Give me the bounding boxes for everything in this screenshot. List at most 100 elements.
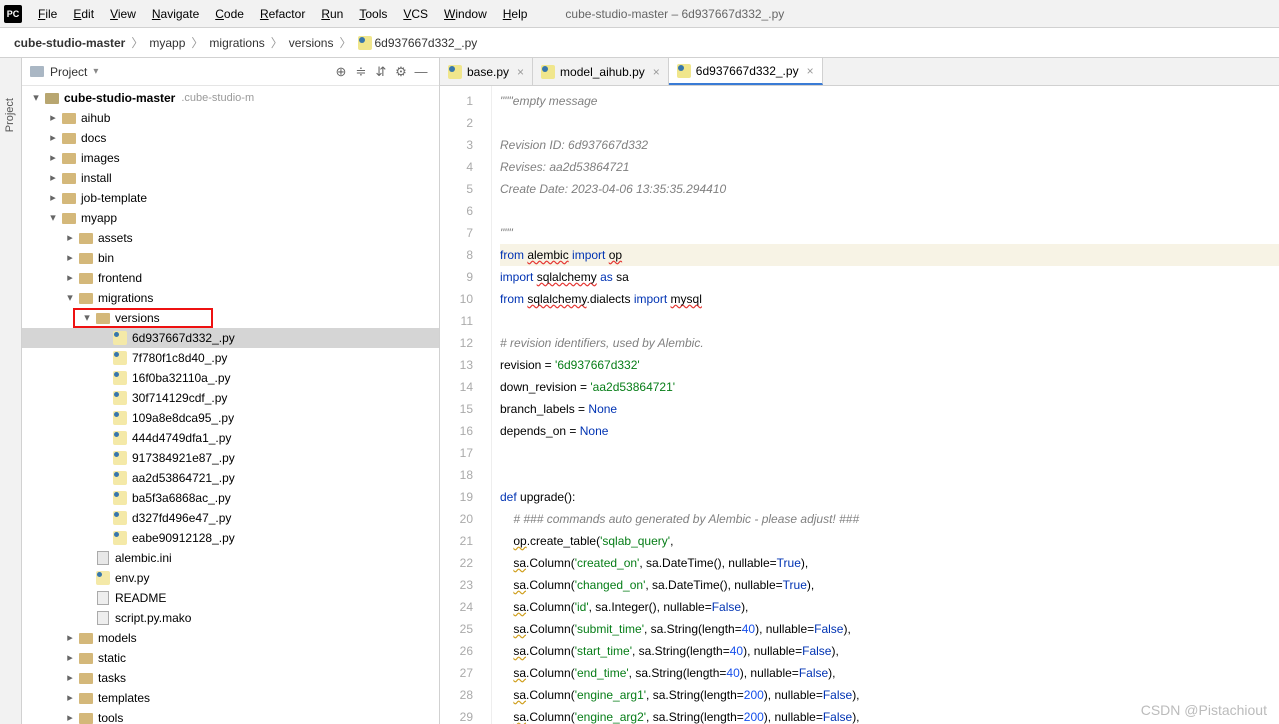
collapse-icon[interactable]: ⇵ [371, 64, 391, 80]
code-line-2[interactable] [500, 112, 1279, 134]
code-line-4[interactable]: Revises: aa2d53864721 [500, 156, 1279, 178]
code-body[interactable]: """empty messageRevision ID: 6d937667d33… [492, 86, 1279, 724]
menu-edit[interactable]: Edit [65, 7, 102, 21]
expander-icon[interactable]: ▸ [62, 648, 78, 668]
tree-7f780f1c8d40--py[interactable]: 7f780f1c8d40_.py [22, 348, 439, 368]
tab-model_aihub.py[interactable]: model_aihub.py× [533, 58, 669, 85]
tree-job-template[interactable]: ▸job-template [22, 188, 439, 208]
code-line-27[interactable]: sa.Column('end_time', sa.String(length=4… [500, 662, 1279, 684]
code-line-13[interactable]: revision = '6d937667d332' [500, 354, 1279, 376]
expander-icon[interactable]: ▸ [45, 168, 61, 188]
tree-aa2d53864721--py[interactable]: aa2d53864721_.py [22, 468, 439, 488]
code-line-8[interactable]: from alembic import op [500, 244, 1279, 266]
expander-icon[interactable]: ▾ [79, 308, 95, 328]
expander-icon[interactable]: ▸ [45, 148, 61, 168]
tree-444d4749dfa1--py[interactable]: 444d4749dfa1_.py [22, 428, 439, 448]
tree-tools[interactable]: ▸tools [22, 708, 439, 724]
tree-eabe90912128--py[interactable]: eabe90912128_.py [22, 528, 439, 548]
code-line-20[interactable]: # ### commands auto generated by Alembic… [500, 508, 1279, 530]
expander-icon[interactable]: ▸ [62, 688, 78, 708]
menu-tools[interactable]: Tools [351, 7, 395, 21]
menu-help[interactable]: Help [495, 7, 536, 21]
code-line-5[interactable]: Create Date: 2023-04-06 13:35:35.294410 [500, 178, 1279, 200]
project-tree[interactable]: ▾cube-studio-master.cube-studio-m▸aihub▸… [22, 86, 439, 724]
expander-icon[interactable]: ▸ [62, 268, 78, 288]
code-line-9[interactable]: import sqlalchemy as sa [500, 266, 1279, 288]
expander-icon[interactable]: ▾ [28, 88, 44, 108]
close-icon[interactable]: × [807, 64, 814, 78]
code-line-16[interactable]: depends_on = None [500, 420, 1279, 442]
expander-icon[interactable]: ▸ [45, 188, 61, 208]
tree-16f0ba32110a--py[interactable]: 16f0ba32110a_.py [22, 368, 439, 388]
code-line-28[interactable]: sa.Column('engine_arg1', sa.String(lengt… [500, 684, 1279, 706]
menu-vcs[interactable]: VCS [395, 7, 436, 21]
code-line-12[interactable]: # revision identifiers, used by Alembic. [500, 332, 1279, 354]
sidebar-gutter[interactable]: Project [0, 58, 22, 724]
tree-static[interactable]: ▸static [22, 648, 439, 668]
tree-6d937667d332--py[interactable]: 6d937667d332_.py [22, 328, 439, 348]
menu-run[interactable]: Run [313, 7, 351, 21]
code-line-25[interactable]: sa.Column('submit_time', sa.String(lengt… [500, 618, 1279, 640]
crumb-2[interactable]: migrations [205, 36, 268, 50]
panel-title[interactable]: Project [50, 65, 87, 79]
settings-icon[interactable]: ⚙ [391, 64, 411, 80]
tree-images[interactable]: ▸images [22, 148, 439, 168]
menu-refactor[interactable]: Refactor [252, 7, 313, 21]
expander-icon[interactable]: ▸ [62, 248, 78, 268]
tree-ba5f3a6868ac--py[interactable]: ba5f3a6868ac_.py [22, 488, 439, 508]
tree-109a8e8dca95--py[interactable]: 109a8e8dca95_.py [22, 408, 439, 428]
code-line-15[interactable]: branch_labels = None [500, 398, 1279, 420]
hide-icon[interactable]: — [411, 64, 431, 79]
tree-frontend[interactable]: ▸frontend [22, 268, 439, 288]
code-line-26[interactable]: sa.Column('start_time', sa.String(length… [500, 640, 1279, 662]
code-editor[interactable]: 1234567891011121314151617181920212223242… [440, 86, 1279, 724]
tree-docs[interactable]: ▸docs [22, 128, 439, 148]
close-icon[interactable]: × [517, 65, 524, 79]
tree-readme[interactable]: README [22, 588, 439, 608]
code-line-3[interactable]: Revision ID: 6d937667d332 [500, 134, 1279, 156]
crumb-0[interactable]: cube-studio-master [10, 36, 129, 50]
expander-icon[interactable]: ▸ [62, 708, 78, 724]
menu-view[interactable]: View [102, 7, 144, 21]
code-line-23[interactable]: sa.Column('changed_on', sa.DateTime(), n… [500, 574, 1279, 596]
tree-myapp[interactable]: ▾myapp [22, 208, 439, 228]
menu-window[interactable]: Window [436, 7, 495, 21]
code-line-10[interactable]: from sqlalchemy.dialects import mysql [500, 288, 1279, 310]
tree-bin[interactable]: ▸bin [22, 248, 439, 268]
expander-icon[interactable]: ▸ [62, 668, 78, 688]
tree-env-py[interactable]: env.py [22, 568, 439, 588]
code-line-17[interactable] [500, 442, 1279, 464]
code-line-14[interactable]: down_revision = 'aa2d53864721' [500, 376, 1279, 398]
code-line-21[interactable]: op.create_table('sqlab_query', [500, 530, 1279, 552]
expander-icon[interactable]: ▸ [45, 128, 61, 148]
menu-code[interactable]: Code [207, 7, 252, 21]
code-line-22[interactable]: sa.Column('created_on', sa.DateTime(), n… [500, 552, 1279, 574]
tree-models[interactable]: ▸models [22, 628, 439, 648]
project-tool-label[interactable]: Project [4, 98, 16, 132]
tree-tasks[interactable]: ▸tasks [22, 668, 439, 688]
crumb-4[interactable]: 6d937667d332_.py [354, 36, 482, 50]
tree-aihub[interactable]: ▸aihub [22, 108, 439, 128]
tree-assets[interactable]: ▸assets [22, 228, 439, 248]
tree-917384921e87--py[interactable]: 917384921e87_.py [22, 448, 439, 468]
code-line-7[interactable]: """ [500, 222, 1279, 244]
crumb-3[interactable]: versions [285, 36, 338, 50]
tree-migrations[interactable]: ▾migrations [22, 288, 439, 308]
expander-icon[interactable]: ▾ [62, 288, 78, 308]
tree-script-py-mako[interactable]: script.py.mako [22, 608, 439, 628]
code-line-19[interactable]: def upgrade(): [500, 486, 1279, 508]
menu-file[interactable]: File [30, 7, 65, 21]
tree-install[interactable]: ▸install [22, 168, 439, 188]
code-line-6[interactable] [500, 200, 1279, 222]
dropdown-icon[interactable]: ▾ [93, 66, 98, 77]
tree-cube-studio-master[interactable]: ▾cube-studio-master.cube-studio-m [22, 88, 439, 108]
expander-icon[interactable]: ▸ [62, 228, 78, 248]
tree-alembic-ini[interactable]: alembic.ini [22, 548, 439, 568]
expander-icon[interactable]: ▾ [45, 208, 61, 228]
crumb-1[interactable]: myapp [145, 36, 189, 50]
tree-templates[interactable]: ▸templates [22, 688, 439, 708]
code-line-24[interactable]: sa.Column('id', sa.Integer(), nullable=F… [500, 596, 1279, 618]
close-icon[interactable]: × [653, 65, 660, 79]
menu-navigate[interactable]: Navigate [144, 7, 207, 21]
locate-icon[interactable]: ⊕ [331, 64, 351, 80]
